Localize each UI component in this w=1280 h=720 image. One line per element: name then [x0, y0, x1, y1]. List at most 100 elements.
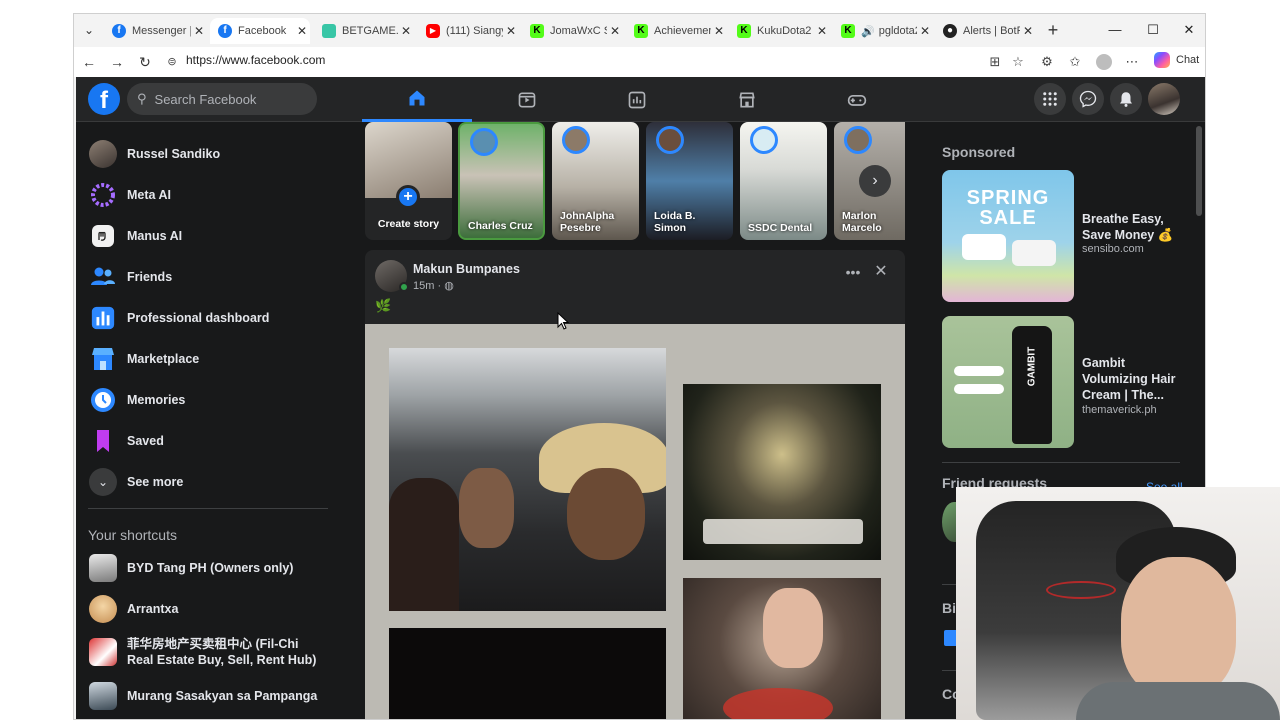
shortcut-item[interactable]: 菲华房地产买卖租中心 (Fil-Chi Real Estate Buy, Sel…	[84, 630, 324, 674]
audio-playing-icon[interactable]: 🔊	[861, 25, 875, 38]
close-tab-icon[interactable]: ✕	[814, 24, 830, 38]
ad-title[interactable]: Gambit Volumizing Hair Cream | The...	[1082, 355, 1187, 403]
site-info-icon[interactable]: ⊜	[162, 52, 182, 72]
search-box[interactable]: ⚲	[127, 83, 317, 115]
tab-betgame[interactable]: BETGAME.GG ✕	[314, 18, 414, 44]
refresh-button[interactable]: ↻	[134, 51, 156, 73]
manus-ai-icon	[92, 225, 114, 247]
create-story-card[interactable]: + Create story	[365, 122, 452, 240]
post-text: 🌿	[375, 298, 392, 313]
ad-sensibo-image[interactable]: SPRING SALE	[942, 170, 1074, 302]
search-input[interactable]	[154, 91, 305, 107]
notifications-button[interactable]	[1110, 83, 1142, 115]
sidebar-item-friends[interactable]: Friends	[84, 257, 324, 297]
post-photo-night-tent[interactable]	[683, 384, 881, 560]
tab-messenger[interactable]: f Messenger | F ✕	[104, 18, 207, 44]
ad-title[interactable]: Breathe Easy, Save Money 💰	[1082, 211, 1187, 243]
shortcut-item[interactable]: BYD Tang PH (Owners only)	[84, 548, 324, 588]
sidebar-item-label: Russel Sandiko	[127, 147, 221, 161]
post-photo-group[interactable]	[683, 578, 881, 719]
sidebar-item-manus-ai[interactable]: Manus AI	[84, 216, 324, 256]
app-available-icon[interactable]: ⊞	[985, 52, 1005, 72]
tab-kick-pgl[interactable]: K 🔊 pgldota2 ✕	[833, 18, 933, 44]
post-time[interactable]: 15m ·	[413, 280, 444, 292]
story-card[interactable]: SSDC Dental	[740, 122, 827, 240]
sidebar-item-label: Professional dashboard	[127, 311, 270, 325]
sidebar-item-meta-ai[interactable]: Meta AI	[84, 175, 324, 215]
nav-marketplace-tab[interactable]	[692, 77, 802, 122]
stories-next-button[interactable]: ›	[859, 165, 891, 197]
tab-botrix[interactable]: ● Alerts | BotRi ✕	[935, 18, 1036, 44]
kick-icon: K	[634, 24, 648, 38]
more-menu-icon[interactable]: ⋯	[1122, 52, 1142, 72]
extension-icon[interactable]: ⚙	[1037, 52, 1057, 72]
sidebar-item-saved[interactable]: Saved	[84, 421, 324, 461]
post-photo-dark[interactable]	[389, 628, 666, 719]
sidebar-item-marketplace[interactable]: Marketplace	[84, 339, 324, 379]
close-tab-icon[interactable]: ✕	[917, 24, 933, 38]
post-author-name[interactable]: Makun Bumpanes	[413, 262, 520, 276]
story-avatar	[844, 126, 872, 154]
profile-avatar	[89, 140, 117, 168]
close-tab-icon[interactable]: ✕	[503, 24, 519, 38]
new-tab-button[interactable]: +	[1042, 19, 1064, 41]
see-more-button[interactable]: ⌄ See more	[84, 462, 324, 502]
favorite-star-icon[interactable]: ☆	[1008, 52, 1028, 72]
shortcut-label: BYD Tang PH (Owners only)	[127, 561, 294, 575]
story-card[interactable]: Charles Cruz	[458, 122, 545, 240]
tab-strip: ⌄ f Messenger | F ✕ f Facebook ✕ BETGAME…	[74, 14, 1205, 47]
post-photo-selfie[interactable]	[389, 348, 666, 611]
tab-youtube[interactable]: ▶ (111) Siangyo ✕	[418, 18, 519, 44]
post-close-button[interactable]: ✕	[871, 262, 891, 282]
forward-button[interactable]: →	[106, 51, 128, 73]
ad-gambit-image[interactable]: GAMBIT	[942, 316, 1074, 448]
tab-kick-achievements[interactable]: K Achievements ✕	[626, 18, 727, 44]
story-card[interactable]: JohnAlpha Pesebre	[552, 122, 639, 240]
close-tab-icon[interactable]: ✕	[1020, 24, 1036, 38]
close-tab-icon[interactable]: ✕	[294, 24, 310, 38]
story-card[interactable]: Loida B. Simon	[646, 122, 733, 240]
back-button[interactable]: ←	[78, 51, 100, 73]
tab-list-chevron-icon[interactable]: ⌄	[78, 19, 100, 41]
tab-title: Achievements	[654, 25, 711, 37]
copilot-chat-button[interactable]: Chat	[1154, 52, 1199, 68]
scrollbar-thumb[interactable]	[1196, 126, 1202, 216]
close-tab-icon[interactable]: ✕	[607, 24, 623, 38]
tab-kick-joma[interactable]: K JomaWxC Stre ✕	[522, 18, 623, 44]
post-photo-grid[interactable]	[365, 324, 905, 719]
post-more-options-button[interactable]: •••	[843, 262, 863, 282]
nav-home-tab[interactable]	[362, 77, 472, 122]
saved-icon	[89, 427, 117, 455]
address-bar[interactable]: https://www.facebook.com	[186, 53, 325, 67]
menu-button[interactable]	[1034, 83, 1066, 115]
close-tab-icon[interactable]: ✕	[711, 24, 727, 38]
browser-profile-avatar[interactable]	[1096, 54, 1112, 70]
sidebar-item-label: See more	[127, 475, 184, 489]
messenger-icon	[1079, 90, 1097, 108]
sidebar-item-memories[interactable]: Memories	[84, 380, 324, 420]
nav-gaming-tab[interactable]	[802, 77, 912, 122]
tab-kick-kuku[interactable]: K KukuDota2 St ✕	[729, 18, 830, 44]
maximize-button[interactable]: ☐	[1135, 18, 1171, 42]
nav-video-tab[interactable]	[472, 77, 582, 122]
nav-dashboard-tab[interactable]	[582, 77, 692, 122]
sidebar-item-profile[interactable]: Russel Sandiko	[84, 134, 324, 174]
minimize-button[interactable]: —	[1097, 18, 1133, 42]
shortcut-item[interactable]: Murang Sasakyan sa Pampanga	[84, 676, 324, 716]
messenger-button[interactable]	[1072, 83, 1104, 115]
tab-facebook[interactable]: f Facebook ✕	[210, 18, 310, 44]
sidebar-item-professional-dashboard[interactable]: Professional dashboard	[84, 298, 324, 338]
account-avatar[interactable]	[1148, 83, 1180, 115]
close-tab-icon[interactable]: ✕	[398, 24, 414, 38]
address-toolbar: ← → ↻ ⊜ https://www.facebook.com ⊞ ☆ ⚙ ✩…	[74, 47, 1205, 77]
facebook-logo[interactable]: f	[88, 83, 120, 115]
shortcut-item[interactable]: Arrantxa	[84, 589, 324, 629]
search-icon: ⚲	[137, 91, 147, 106]
story-name: Create story	[377, 218, 440, 230]
left-sidebar: Russel Sandiko Meta AI Manus AI Friends	[76, 122, 336, 719]
close-tab-icon[interactable]: ✕	[191, 24, 207, 38]
youtube-icon: ▶	[426, 24, 440, 38]
story-name: Loida B. Simon	[654, 210, 696, 234]
close-window-button[interactable]: ✕	[1171, 18, 1205, 42]
favorites-icon[interactable]: ✩	[1065, 52, 1085, 72]
